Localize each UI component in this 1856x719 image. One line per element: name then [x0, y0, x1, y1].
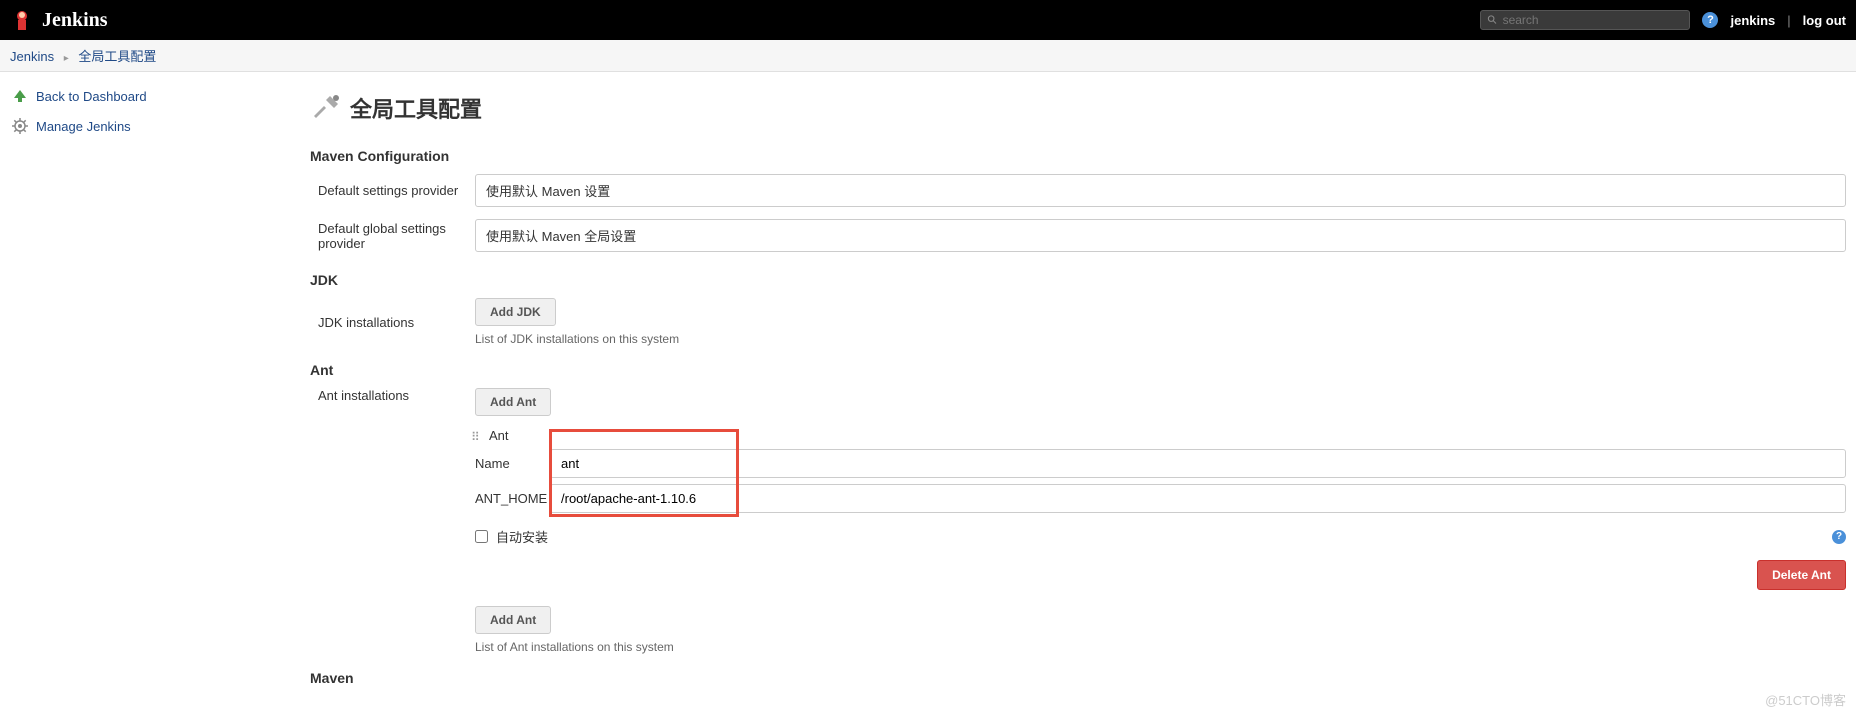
- ant-home-label: ANT_HOME: [475, 491, 550, 506]
- form-row: Ant installations Add Ant ⠿ Ant Name ANT…: [310, 388, 1846, 654]
- section-heading-jdk: JDK: [310, 272, 1846, 288]
- app-title[interactable]: Jenkins: [42, 9, 108, 32]
- sidebar-item-label: Manage Jenkins: [36, 119, 131, 134]
- ant-home-input[interactable]: [550, 484, 1846, 513]
- jdk-help-text: List of JDK installations on this system: [475, 332, 1846, 346]
- tools-icon: [310, 92, 342, 124]
- form-row: Default global settings provider 使用默认 Ma…: [310, 219, 1846, 252]
- ant-install-block: ⠿ Ant Name ANT_HOME: [475, 428, 1846, 654]
- sidebar-item-dashboard[interactable]: Back to Dashboard: [12, 84, 288, 108]
- jenkins-logo-icon: [10, 8, 34, 32]
- sidebar-item-manage[interactable]: Manage Jenkins: [12, 114, 288, 138]
- sidebar-item-label: Back to Dashboard: [36, 89, 147, 104]
- section-heading-maven2: Maven: [310, 670, 1846, 686]
- search-input[interactable]: [1503, 13, 1684, 27]
- breadcrumb-item[interactable]: Jenkins: [10, 49, 54, 64]
- global-settings-select[interactable]: 使用默认 Maven 全局设置: [475, 219, 1846, 252]
- form-label: Default settings provider: [310, 183, 475, 198]
- add-jdk-button[interactable]: Add JDK: [475, 298, 556, 326]
- add-ant-button-2[interactable]: Add Ant: [475, 606, 551, 634]
- default-settings-select[interactable]: 使用默认 Maven 设置: [475, 174, 1846, 207]
- ant-name-input[interactable]: [550, 449, 1846, 478]
- section-heading-maven: Maven Configuration: [310, 148, 1846, 164]
- user-link[interactable]: jenkins: [1730, 13, 1775, 28]
- ant-home-row: ANT_HOME: [475, 484, 1846, 513]
- help-icon[interactable]: ?: [1702, 12, 1718, 28]
- header-left: Jenkins: [10, 8, 108, 32]
- search-box[interactable]: [1480, 10, 1690, 30]
- delete-row: Delete Ant: [475, 560, 1846, 590]
- form-row: JDK installations Add JDK List of JDK in…: [310, 298, 1846, 346]
- form-field: Add JDK List of JDK installations on thi…: [475, 298, 1846, 346]
- header-right: ? jenkins | log out: [1480, 10, 1846, 30]
- header-divider: |: [1787, 13, 1790, 28]
- form-label: Default global settings provider: [310, 221, 475, 251]
- logout-link[interactable]: log out: [1803, 13, 1846, 28]
- breadcrumb-item[interactable]: 全局工具配置: [78, 49, 156, 64]
- form-field: 使用默认 Maven 全局设置: [475, 219, 1846, 252]
- drag-handle-icon[interactable]: ⠿: [471, 430, 480, 444]
- top-header: Jenkins ? jenkins | log out: [0, 0, 1856, 40]
- ant-name-row: Name: [475, 449, 1846, 478]
- watermark: @51CTO博客: [1765, 690, 1846, 709]
- page-title-row: 全局工具配置: [310, 92, 1846, 124]
- help-icon[interactable]: ?: [1832, 530, 1846, 544]
- delete-ant-button[interactable]: Delete Ant: [1757, 560, 1846, 590]
- search-icon: [1487, 14, 1498, 26]
- auto-install-row: 自动安装 ?: [475, 527, 1846, 546]
- add-ant-button[interactable]: Add Ant: [475, 388, 551, 416]
- section-heading-ant: Ant: [310, 362, 1846, 378]
- form-row: Default settings provider 使用默认 Maven 设置: [310, 174, 1846, 207]
- ant-name-label: Name: [475, 456, 550, 471]
- breadcrumb: Jenkins ▸ 全局工具配置: [0, 40, 1856, 72]
- auto-install-label: 自动安装: [496, 527, 548, 546]
- content-area: 全局工具配置 Maven Configuration Default setti…: [300, 72, 1856, 716]
- form-field: 使用默认 Maven 设置: [475, 174, 1846, 207]
- sidebar: Back to Dashboard Manage Jenkins: [0, 72, 300, 716]
- page-title: 全局工具配置: [350, 92, 482, 124]
- ant-item-title: Ant: [489, 428, 1846, 443]
- ant-help-text: List of Ant installations on this system: [475, 640, 1846, 654]
- main-layout: Back to Dashboard Manage Jenkins 全局工具配置 …: [0, 72, 1856, 716]
- form-label: Ant installations: [310, 388, 475, 403]
- up-arrow-icon: [12, 88, 28, 104]
- form-field: Add Ant ⠿ Ant Name ANT_HOME: [475, 388, 1846, 654]
- auto-install-checkbox[interactable]: [475, 530, 488, 543]
- breadcrumb-separator: ▸: [64, 53, 69, 64]
- gear-icon: [12, 118, 28, 134]
- form-label: JDK installations: [310, 315, 475, 330]
